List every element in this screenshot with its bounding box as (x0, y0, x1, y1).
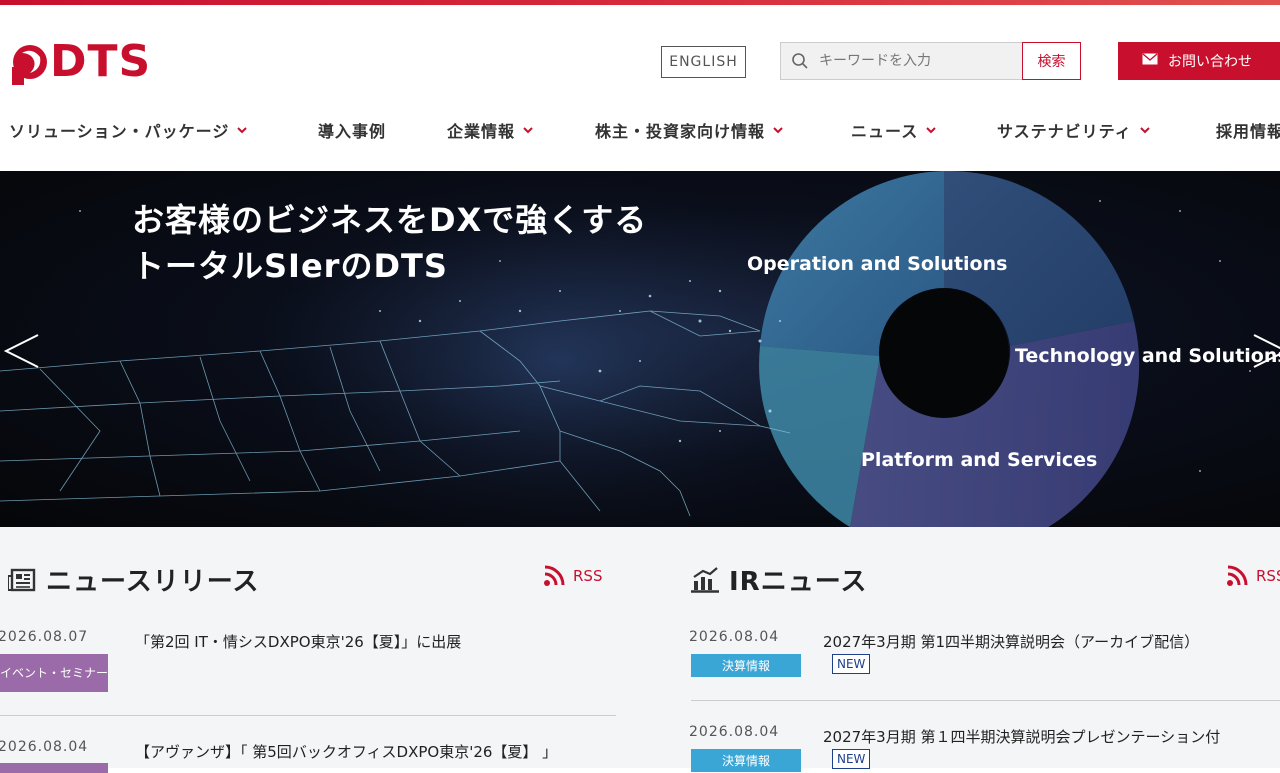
rss-icon (544, 565, 565, 586)
nav-item-solutions[interactable]: ソリューション・パッケージ (9, 113, 248, 147)
ir-category-badge: 決算情報 (691, 654, 801, 677)
chevron-down-icon (523, 127, 533, 134)
new-badge: NEW (832, 654, 871, 674)
hero-title-line1: お客様のビジネスをDXで強くする (132, 201, 648, 239)
nav-item-sustainability[interactable]: サステナビリティ (997, 113, 1150, 147)
english-button[interactable]: ENGLISH (661, 46, 746, 78)
ir-headline[interactable]: 2027年3月期 第１四半期決算説明会プレゼンテーション付 (823, 726, 1220, 747)
nav-item-news[interactable]: ニュース (851, 113, 936, 147)
nav-item-company[interactable]: 企業情報 (447, 113, 533, 147)
news-category-badge (0, 763, 108, 773)
rss-label: RSS (573, 567, 603, 585)
newspaper-icon (8, 568, 36, 591)
news-category-badge: イベント・セミナー (0, 654, 108, 692)
nav-item-investors[interactable]: 株主・投資家向け情報 (595, 113, 783, 147)
news-section: ニュースリリース RSS 2026.08.07 イベント・セミナー 「第2回 I… (0, 527, 1280, 773)
nav-label: 採用情報 (1216, 122, 1280, 141)
chevron-down-icon (926, 127, 936, 134)
search-button[interactable]: 検索 (1022, 42, 1081, 80)
nav-label: ソリューション・パッケージ (9, 122, 230, 141)
nav-label: 企業情報 (447, 122, 516, 141)
news-date: 2026.08.04 (0, 739, 89, 755)
ir-headline[interactable]: 2027年3月期 第1四半期決算説明会（アーカイブ配信） (823, 631, 1199, 652)
rss-icon (1227, 565, 1248, 586)
search-icon (781, 43, 819, 79)
nav-item-case-studies[interactable]: 導入事例 (318, 113, 386, 147)
nav-label: 株主・投資家向け情報 (595, 122, 766, 141)
ir-date: 2026.08.04 (689, 629, 780, 645)
hero-label-technology: Technology and Solutions (1015, 345, 1280, 367)
nav-label: サステナビリティ (997, 122, 1132, 141)
rss-label: RSS (1256, 567, 1280, 585)
news-headline[interactable]: 【アヴァンザ】「 第5回バックオフィスDXPO東京'26【夏】 」 (135, 741, 557, 762)
ir-category-badge: 決算情報 (691, 749, 801, 772)
news-divider (0, 715, 616, 716)
new-badge: NEW (832, 749, 871, 769)
site-header: DTS ENGLISH 検索 お問い合わせ ソリューション・パッケージ 導入事例… (0, 5, 1280, 171)
carousel-next-icon[interactable] (1250, 331, 1280, 371)
news-release-rss-link[interactable]: RSS (543, 565, 602, 587)
hero-carousel: お客様のビジネスをDXで強くする トータルSIerのDTS Operation … (0, 171, 1280, 527)
chart-icon (691, 566, 719, 593)
chevron-down-icon (1140, 127, 1150, 134)
news-release-title-text: ニュースリリース (46, 567, 260, 597)
contact-label: お問い合わせ (1168, 54, 1252, 70)
hero-label-platform: Platform and Services (861, 449, 1098, 471)
nav-label: 導入事例 (318, 122, 387, 141)
news-release-title: ニュースリリース (8, 561, 259, 598)
search-input[interactable] (819, 43, 1022, 79)
nav-item-recruit[interactable]: 採用情報 (1216, 113, 1280, 147)
contact-button[interactable]: お問い合わせ (1118, 42, 1280, 80)
news-headline[interactable]: 「第2回 IT・情シスDXPO東京'26【夏】」に出展 (135, 631, 461, 652)
logo-mark-icon (12, 45, 47, 85)
hero-label-operation: Operation and Solutions (747, 253, 1008, 275)
ir-divider (691, 700, 1280, 701)
carousel-prev-icon[interactable] (2, 331, 42, 371)
chevron-down-icon (773, 127, 783, 134)
chevron-down-icon (237, 127, 248, 134)
news-date: 2026.08.07 (0, 629, 89, 645)
hero-title: お客様のビジネスをDXで強くする トータルSIerのDTS (132, 197, 647, 289)
nav-label: ニュース (851, 122, 919, 141)
search-box: 検索 (780, 42, 1081, 80)
ir-news-title: IRニュース (691, 561, 867, 598)
mail-icon (1142, 53, 1158, 69)
logo-text: DTS (50, 36, 152, 87)
hero-title-line2: トータルSIerのDTS (132, 247, 448, 285)
dts-logo[interactable]: DTS (12, 39, 151, 85)
ir-news-title-text: IRニュース (729, 567, 868, 597)
ir-news-rss-link[interactable]: RSS (1226, 565, 1280, 587)
main-nav: ソリューション・パッケージ 導入事例 企業情報 株主・投資家向け情報 ニュース … (0, 113, 1280, 147)
ir-date: 2026.08.04 (689, 724, 780, 740)
